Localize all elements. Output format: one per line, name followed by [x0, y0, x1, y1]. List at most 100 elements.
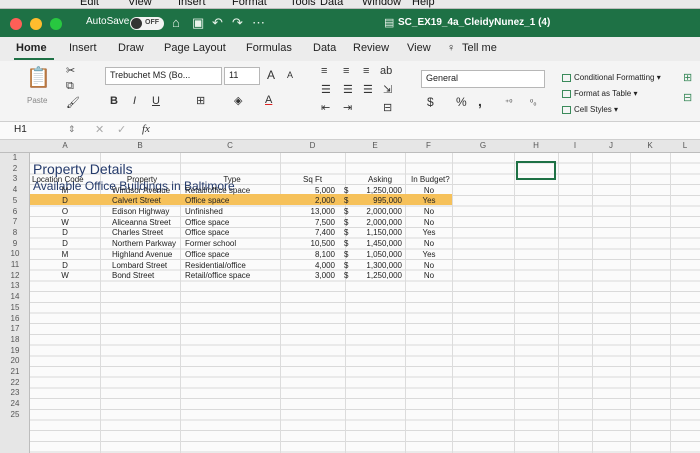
- table-cell[interactable]: 1,250,000: [352, 186, 402, 195]
- table-cell[interactable]: 5,000: [282, 186, 335, 195]
- table-header[interactable]: Asking: [368, 175, 392, 184]
- table-cell[interactable]: D: [30, 239, 100, 248]
- comma-button[interactable]: ,: [478, 93, 482, 109]
- table-cell[interactable]: 13,000: [282, 207, 335, 216]
- table-cell[interactable]: Northern Parkway: [112, 239, 176, 248]
- row-header[interactable]: 23: [0, 388, 30, 397]
- delete-cells-icon[interactable]: ⊟: [683, 91, 692, 104]
- table-cell[interactable]: Office space: [185, 196, 229, 205]
- menu-data[interactable]: Data: [320, 0, 343, 8]
- table-cell[interactable]: No: [408, 261, 450, 270]
- table-cell[interactable]: D: [30, 261, 100, 270]
- column-header-j[interactable]: J: [592, 141, 630, 150]
- menu-tools[interactable]: Tools: [290, 0, 316, 8]
- orientation-icon[interactable]: ab: [380, 65, 392, 77]
- row-header[interactable]: 3: [0, 174, 30, 183]
- table-cell[interactable]: Residential/office: [185, 261, 246, 270]
- table-cell[interactable]: Aliceanna Street: [112, 218, 171, 227]
- menu-view[interactable]: View: [128, 0, 152, 8]
- table-cell[interactable]: D: [30, 228, 100, 237]
- table-cell[interactable]: No: [408, 207, 450, 216]
- insert-cells-icon[interactable]: ⊞: [683, 71, 692, 84]
- menu-edit[interactable]: Edit: [80, 0, 99, 8]
- column-header-f[interactable]: F: [405, 141, 452, 150]
- align-right-icon[interactable]: ☰: [363, 83, 373, 96]
- table-cell[interactable]: W: [30, 218, 100, 227]
- font-color-button[interactable]: A: [265, 94, 272, 106]
- grow-font-button[interactable]: A: [267, 68, 275, 82]
- table-cell[interactable]: M: [30, 250, 100, 259]
- table-header[interactable]: Property: [104, 175, 180, 184]
- row-header[interactable]: 17: [0, 324, 30, 333]
- more-icon[interactable]: ⋯: [252, 15, 265, 31]
- table-cell[interactable]: Yes: [408, 196, 450, 205]
- table-cell[interactable]: No: [408, 186, 450, 195]
- align-middle-icon[interactable]: ≡: [343, 65, 349, 77]
- increase-decimal-icon[interactable]: ⁺⁰: [505, 98, 512, 107]
- row-header[interactable]: 1: [0, 153, 30, 162]
- table-header[interactable]: Location Code: [32, 175, 84, 184]
- row-header[interactable]: 16: [0, 314, 30, 323]
- row-header[interactable]: 25: [0, 410, 30, 419]
- table-cell[interactable]: 1,300,000: [352, 261, 402, 270]
- table-cell[interactable]: No: [408, 218, 450, 227]
- currency-button[interactable]: $: [427, 95, 434, 109]
- table-cell[interactable]: 10,500: [282, 239, 335, 248]
- align-left-icon[interactable]: ☰: [321, 83, 331, 96]
- font-size-select[interactable]: 11: [224, 67, 260, 85]
- table-header[interactable]: Sq Ft: [303, 175, 322, 184]
- column-header-k[interactable]: K: [630, 141, 670, 150]
- underline-button[interactable]: U: [152, 95, 160, 107]
- row-header[interactable]: 19: [0, 346, 30, 355]
- table-cell[interactable]: 995,000: [352, 196, 402, 205]
- selected-cell-h1[interactable]: [516, 161, 556, 180]
- tell-me-search[interactable]: Tell me: [462, 42, 497, 54]
- table-header[interactable]: Type: [184, 175, 280, 184]
- tab-view[interactable]: View: [407, 42, 431, 54]
- tab-data[interactable]: Data: [313, 42, 336, 54]
- table-cell[interactable]: $: [344, 271, 348, 280]
- table-cell[interactable]: Yes: [408, 228, 450, 237]
- table-cell[interactable]: 3,000: [282, 271, 335, 280]
- shrink-font-button[interactable]: A: [287, 70, 293, 80]
- number-format-select[interactable]: General: [421, 70, 545, 88]
- row-header[interactable]: 13: [0, 281, 30, 290]
- menu-window[interactable]: Window: [362, 0, 401, 8]
- row-header[interactable]: 18: [0, 335, 30, 344]
- row-header[interactable]: 21: [0, 367, 30, 376]
- table-cell[interactable]: 1,450,000: [352, 239, 402, 248]
- table-cell[interactable]: Retail/office space: [185, 271, 250, 280]
- increase-indent-icon[interactable]: ⇥: [343, 101, 352, 114]
- save-icon[interactable]: ▣: [192, 15, 204, 31]
- cancel-icon[interactable]: ✕: [95, 123, 104, 136]
- table-cell[interactable]: Highland Avenue: [112, 250, 172, 259]
- table-cell[interactable]: 1,250,000: [352, 271, 402, 280]
- table-cell[interactable]: Office space: [185, 218, 229, 227]
- table-cell[interactable]: Yes: [408, 250, 450, 259]
- undo-icon[interactable]: ↶: [212, 15, 223, 31]
- row-header[interactable]: 6: [0, 207, 30, 216]
- row-header[interactable]: 4: [0, 185, 30, 194]
- table-cell[interactable]: W: [30, 271, 100, 280]
- row-header[interactable]: 8: [0, 228, 30, 237]
- align-center-icon[interactable]: ☰: [343, 83, 353, 96]
- table-cell[interactable]: D: [30, 196, 100, 205]
- table-cell[interactable]: $: [344, 228, 348, 237]
- row-header[interactable]: 2: [0, 164, 30, 173]
- row-header[interactable]: 15: [0, 303, 30, 312]
- row-header[interactable]: 14: [0, 292, 30, 301]
- table-cell[interactable]: Former school: [185, 239, 236, 248]
- tab-home[interactable]: Home: [16, 42, 47, 54]
- table-header[interactable]: In Budget?: [411, 175, 450, 184]
- table-cell[interactable]: Edison Highway: [112, 207, 169, 216]
- table-cell[interactable]: 7,500: [282, 218, 335, 227]
- insert-function-button[interactable]: fx: [142, 123, 150, 135]
- table-cell[interactable]: $: [344, 218, 348, 227]
- table-cell[interactable]: 8,100: [282, 250, 335, 259]
- table-cell[interactable]: O: [30, 207, 100, 216]
- font-name-select[interactable]: Trebuchet MS (Bo...: [105, 67, 222, 85]
- table-cell[interactable]: $: [344, 196, 348, 205]
- row-header[interactable]: 9: [0, 239, 30, 248]
- bold-button[interactable]: B: [110, 95, 118, 107]
- tab-review[interactable]: Review: [353, 42, 389, 54]
